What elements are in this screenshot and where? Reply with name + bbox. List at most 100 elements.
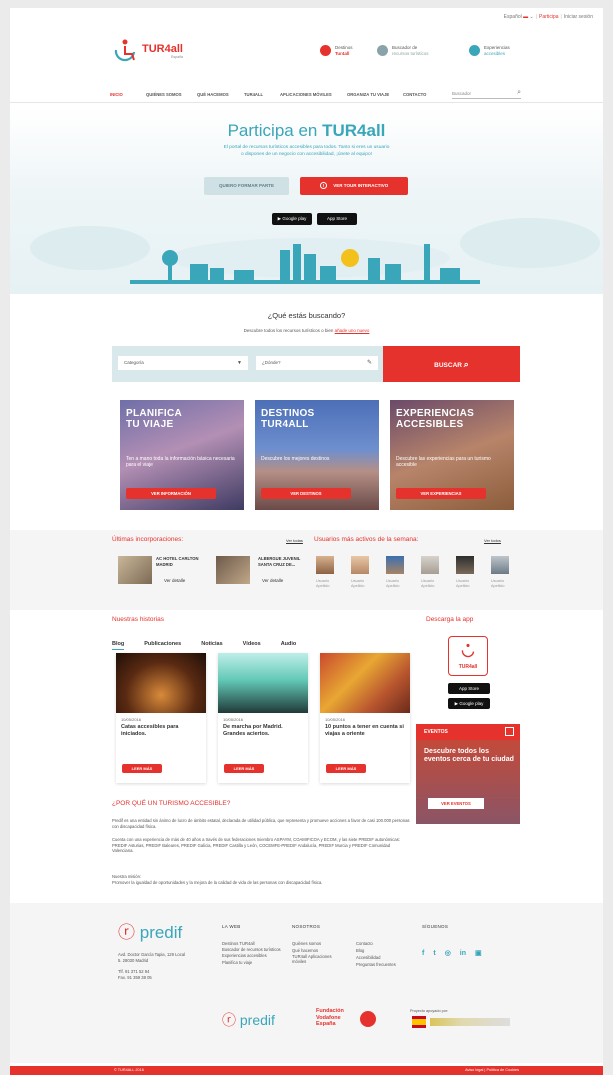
tur4all-logo[interactable]: TUR4all España [112,38,183,64]
quick-link-experiencias[interactable]: Experiencias accesibles [469,45,510,56]
user-item[interactable]: Usuario Apellido [316,556,334,589]
category-select[interactable]: Categoría ▼ [118,356,248,370]
user-item[interactable]: Usuario Apellido [491,556,509,589]
pin-icon [320,45,331,56]
footer-us-title: NOSOTROS [292,924,321,929]
events-button[interactable]: VER EVENTOS [428,798,484,809]
nav-organiza[interactable]: ORGANIZA TU VIAJE [347,92,389,97]
login-link[interactable]: Iniciar sesión [564,14,593,20]
story-card[interactable]: 10/05/2016 Catas accesibles para iniciad… [116,653,206,783]
story-card[interactable]: 10/05/2016 10 puntos a tener en cuenta s… [320,653,410,783]
predif-logo[interactable]: ⓡ predif [118,918,182,943]
spain-flag-icon [412,1016,426,1028]
search-icon: ⌕ [517,89,521,96]
story-image [116,653,206,713]
where-input[interactable]: ¿Dónde? ✎ [256,356,378,370]
footer-address: Avd. Doctor García Tapia, 129 Local 5. 28… [118,952,186,980]
search-button[interactable]: BUSCAR ⌕ [383,346,520,382]
government-logos [430,1018,510,1026]
avatar [456,556,474,574]
app-store-badge[interactable]: App Store [317,213,357,225]
card-experiencias[interactable]: EXPERIENCIAS ACCESIBLES Descubre las expe… [390,400,514,510]
tab-blog[interactable]: Blog [112,641,125,650]
tab-videos[interactable]: Vídeos [243,641,261,647]
card-experiencias-button[interactable]: VER EXPERIENCIAS [396,488,486,499]
top-bar: Español ▬ ⌄ | Participa | Iniciar sesión [503,14,593,20]
footer-us-links-2: Contacto Blog Accesibilidad Preguntas frecu… [356,941,396,967]
card-destinos[interactable]: DESTINOS TUR4ALL Descubre los mejores des… [255,400,379,510]
app-store-badge[interactable]: App Store [448,683,490,694]
card-destinos-button[interactable]: VER DESTINOS [261,488,351,499]
quick-link-destinos[interactable]: Destinos Tur4all [320,45,353,56]
avatar [351,556,369,574]
why-p2: Cuenta con una experiencia de más de 40 … [112,837,400,853]
read-more-button[interactable]: LEER MÁS [326,764,366,773]
user-item[interactable]: Usuario Apellido [351,556,369,589]
logo-text: TUR4all [142,43,183,55]
proyecto-label: Proyecto apoyado por: [410,1009,449,1013]
avatar [316,556,334,574]
vodafone-icon [360,1011,376,1027]
join-button[interactable]: QUIERO FORMAR PARTE [204,177,289,195]
events-box[interactable]: EVENTOS Descubre todos los eventos cerca… [416,724,520,824]
tab-noticias[interactable]: Noticias [201,641,222,647]
instagram-icon[interactable]: ▣ [475,949,482,957]
latest-name-1: AC HOTEL CARLTON MADRID [156,556,199,567]
pinterest-icon[interactable]: ◎ [445,949,451,957]
story-card[interactable]: 10/05/2016 De marcha por Madrid. Grandes… [218,653,308,783]
wheelchair-logo-icon [114,39,136,62]
read-more-button[interactable]: LEER MÁS [224,764,264,773]
albergue-thumb[interactable] [216,556,250,584]
twitter-icon[interactable]: t [433,950,435,957]
latest-name-2: ALBERGUE JUVENIL SANTA CRUZ DE... [258,556,301,567]
google-play-badge[interactable]: ▶ Google play [448,698,490,709]
app-title: Descarga la app [426,616,474,623]
nav-quienes[interactable]: QUIÉNES SOMOS [146,92,182,97]
logo-sub: España [171,55,183,59]
why-title: ¿POR QUÉ UN TURISMO ACCESIBLE? [112,800,231,807]
user-item[interactable]: Usuario Apellido [421,556,439,589]
card-planifica[interactable]: PLANIFICA TU VIAJE Ten a mano toda la inf… [120,400,244,510]
read-more-button[interactable]: LEER MÁS [122,764,162,773]
latest-link-2[interactable]: Ver detalle [262,578,283,583]
active-users-title: Usuarios más activos de la semana: [314,536,419,543]
nav-tur4all[interactable]: TUR4ALL [244,92,263,97]
hotel-thumb[interactable] [118,556,152,584]
app-logo[interactable]: TUR4all [448,636,488,676]
why-p1: Predif es una entidad sin ánimo de lucro… [112,818,410,829]
hero: Participa en TUR4all El portal de recurs… [10,108,603,294]
pencil-icon: ✎ [366,360,372,366]
participa-link[interactable]: Participa [539,14,558,20]
nav-contacto[interactable]: CONTACTO [403,92,426,97]
user-item[interactable]: Usuario Apellido [386,556,404,589]
hero-subtitle: El portal de recursos turísticos accesib… [223,145,390,157]
facebook-icon[interactable]: f [422,950,424,957]
active-users-see-all[interactable]: Ver todos [484,538,501,543]
nav-apps[interactable]: APLICACIONES MÓVILES [280,92,332,97]
footer-follow-title: SÍGUENOS [422,924,449,929]
linkedin-icon[interactable]: in [460,950,466,957]
nav-que-hacemos[interactable]: QUÉ HACEMOS [197,92,229,97]
quick-link-buscador[interactable]: Buscador de recursos turísticos [377,45,429,56]
predif-sponsor-logo: ⓡ predif [222,1012,275,1028]
tab-publicaciones[interactable]: Publicaciones [144,641,181,647]
tab-audio[interactable]: Audio [281,641,297,647]
add-new-link[interactable]: añade uno nuevo [335,328,370,333]
nav-search-input[interactable]: Buscador ⌕ [452,88,521,99]
card-planifica-button[interactable]: VER INFORMACIÓN [126,488,216,499]
tour-button[interactable]: ! VER TOUR INTERACTIVO [300,177,408,195]
latest-link-1[interactable]: Ver detalle [164,578,185,583]
hero-title: Participa en TUR4all [227,121,386,140]
stories-tabs: Blog Publicaciones Noticias Vídeos Audio [112,632,316,650]
nav-inicio[interactable]: INICIO [110,92,123,97]
language-select[interactable]: Español ▬ ⌄ [504,14,534,20]
info-icon: ! [319,182,328,189]
latest-see-all[interactable]: Ver todas [286,538,303,543]
bottom-bar: © TUR4ALL 2016 Aviso legal | Política de… [10,1066,603,1075]
google-play-badge[interactable]: ▶ Google play [272,213,312,225]
avatar [491,556,509,574]
user-item[interactable]: Usuario Apellido [456,556,474,589]
vodafone-foundation-logo: Fundación Vodafone España [316,1008,344,1027]
avatar [386,556,404,574]
search-question: ¿Qué estás buscando? [267,311,346,320]
